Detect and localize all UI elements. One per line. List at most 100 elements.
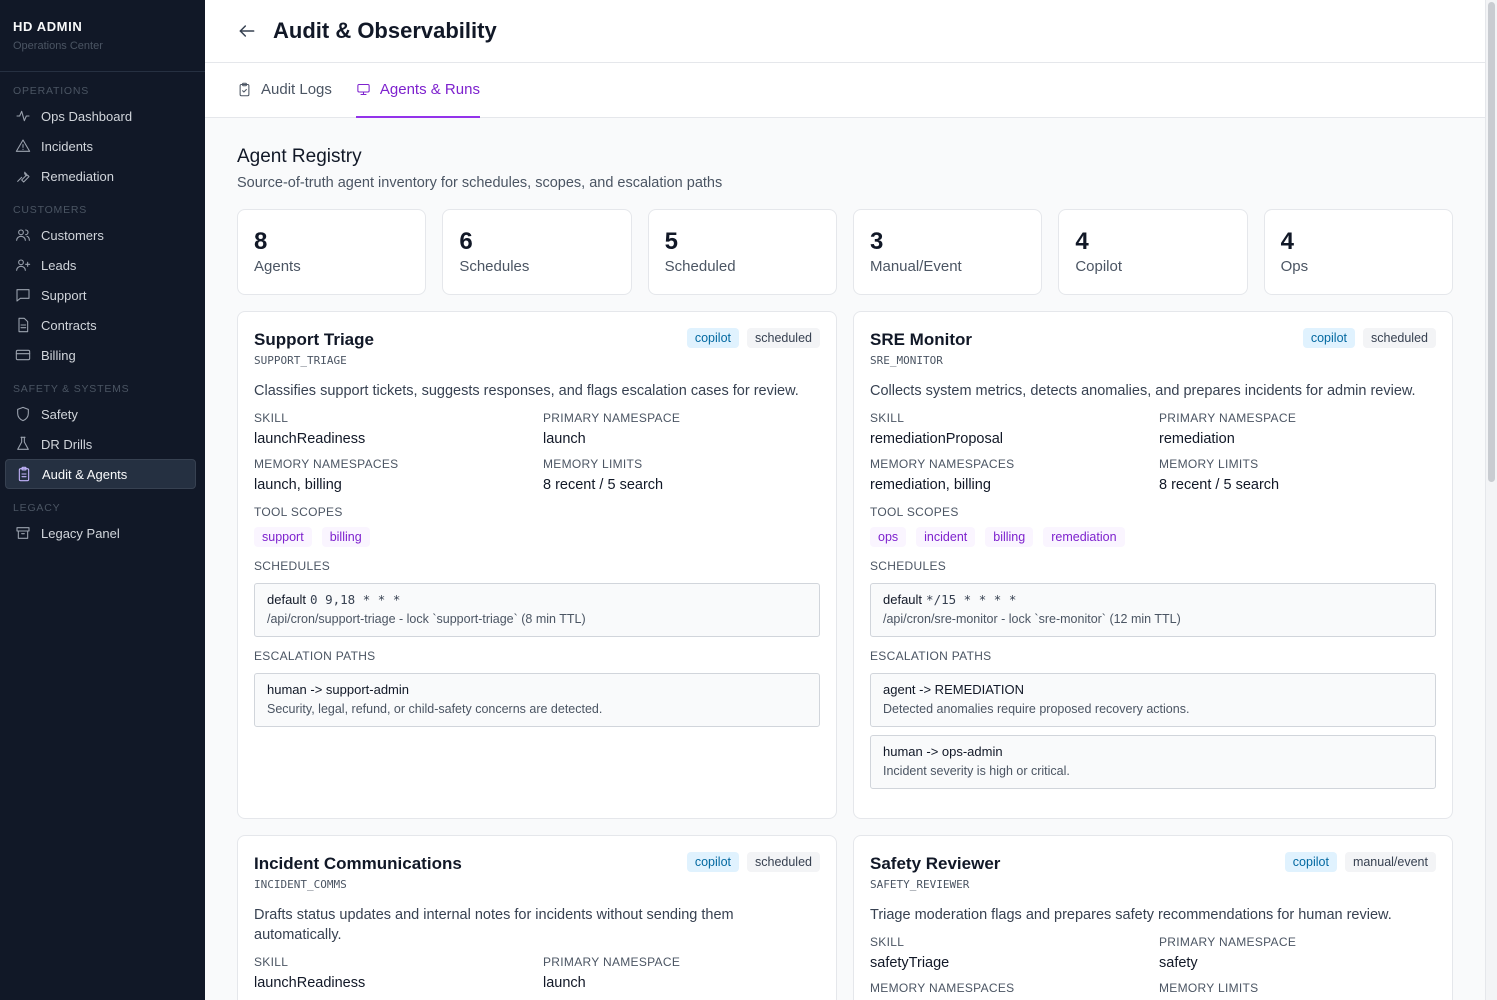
page-scrollbar[interactable] — [1485, 0, 1497, 1000]
sidebar-item-leads[interactable]: Leads — [5, 250, 196, 280]
schedule-entry: default */15 * * * * /api/cron/sre-monito… — [870, 583, 1436, 637]
tab-bar: Audit Logs Agents & Runs — [205, 63, 1485, 118]
sidebar-item-label: Contracts — [41, 317, 97, 333]
escalation-paths-label: ESCALATION PATHS — [254, 649, 376, 663]
sidebar-item-label: DR Drills — [41, 436, 93, 452]
agent-name: Support Triage — [254, 330, 374, 349]
sidebar-item-dr-drills[interactable]: DR Drills — [5, 429, 196, 459]
archive-icon — [15, 525, 31, 541]
sidebar-item-incidents[interactable]: Incidents — [5, 131, 196, 161]
stat-label: Agents — [254, 258, 301, 275]
escalation-entry: human -> support-admin Security, legal, … — [254, 673, 820, 727]
field-label-primary-namespace: PRIMARY NAMESPACE — [1159, 935, 1297, 949]
agent-description: Classifies support tickets, suggests res… — [254, 383, 799, 399]
nav-section-legacy: LEGACY — [13, 502, 61, 514]
stat-value: 4 — [1280, 228, 1294, 255]
field-value-primary-namespace: safety — [1159, 955, 1198, 971]
field-label-memory-limits: MEMORY LIMITS — [543, 457, 643, 471]
field-value-skill: launchReadiness — [254, 431, 366, 447]
content-area: Agent Registry Source-of-truth agent inv… — [205, 118, 1485, 1000]
sidebar-item-label: Remediation — [41, 168, 114, 184]
escalation-detail: Security, legal, refund, or child-safety… — [267, 702, 603, 716]
agent-card-incident-communications: Incident Communications INCIDENT_COMMS c… — [237, 835, 837, 1000]
sidebar-item-label: Leads — [41, 257, 77, 273]
sidebar: HD ADMIN Operations Center OPERATIONS Op… — [0, 0, 205, 1000]
sidebar-item-label: Customers — [41, 227, 104, 243]
field-label-memory-namespaces: MEMORY NAMESPACES — [254, 457, 399, 471]
nav-section-customers: CUSTOMERS — [13, 204, 88, 216]
schedule-entry: default 0 9,18 * * * /api/cron/support-tr… — [254, 583, 820, 637]
field-label-primary-namespace: PRIMARY NAMESPACE — [543, 955, 681, 969]
escalation-entry: human -> ops-admin Incident severity is … — [870, 735, 1436, 789]
field-value-skill: launchReadiness — [254, 975, 366, 991]
stat-card-schedules: 6 Schedules — [442, 209, 632, 295]
stat-value: 4 — [1075, 228, 1089, 255]
schedule-detail: /api/cron/support-triage - lock `support… — [267, 612, 586, 626]
brand-title: HD ADMIN — [13, 19, 83, 34]
tab-audit-logs[interactable]: Audit Logs — [237, 63, 332, 118]
field-label-skill: SKILL — [254, 411, 289, 425]
escalation-detail: Detected anomalies require proposed reco… — [883, 702, 1190, 716]
stat-card-scheduled: 5 Scheduled — [647, 209, 837, 295]
sidebar-item-label: Ops Dashboard — [41, 108, 133, 124]
sidebar-item-audit-agents[interactable]: Audit & Agents — [5, 459, 196, 489]
page-title: Audit & Observability — [273, 18, 497, 43]
field-label-skill: SKILL — [870, 935, 905, 949]
field-value-memory-namespaces: remediation, billing — [870, 477, 991, 493]
schedules-label: SCHEDULES — [254, 559, 331, 573]
sidebar-item-support[interactable]: Support — [5, 280, 196, 310]
wrench-icon — [15, 168, 31, 184]
agent-code: INCIDENT_COMMS — [254, 878, 347, 891]
field-label-skill: SKILL — [870, 411, 905, 425]
tool-scope-chip: incident — [916, 527, 976, 547]
sidebar-item-safety[interactable]: Safety — [5, 399, 196, 429]
back-arrow-icon[interactable] — [237, 21, 257, 41]
agent-name: SRE Monitor — [870, 330, 972, 349]
sidebar-item-contracts[interactable]: Contracts — [5, 310, 196, 340]
nav-section-operations: OPERATIONS — [13, 85, 90, 97]
field-label-memory-namespaces: MEMORY NAMESPACES — [870, 457, 1015, 471]
alert-triangle-icon — [15, 138, 31, 154]
sidebar-item-remediation[interactable]: Remediation — [5, 161, 196, 191]
flask-icon — [15, 436, 31, 452]
schedule-name: default — [883, 592, 923, 607]
escalation-entry: agent -> REMEDIATION Detected anomalies … — [870, 673, 1436, 727]
stat-value: 8 — [254, 228, 268, 255]
field-label-primary-namespace: PRIMARY NAMESPACE — [1159, 411, 1297, 425]
stat-card-copilot: 4 Copilot — [1058, 209, 1248, 295]
tab-agents-runs[interactable]: Agents & Runs — [355, 63, 480, 118]
tab-label: Agents & Runs — [379, 81, 480, 98]
sidebar-item-customers[interactable]: Customers — [5, 220, 196, 250]
stat-label: Scheduled — [664, 258, 736, 275]
stat-label: Ops — [1280, 258, 1309, 275]
main-content: Audit & Observability Audit Logs Agents … — [205, 0, 1485, 1000]
user-plus-icon — [15, 257, 31, 273]
field-value-primary-namespace: remediation — [1159, 431, 1235, 447]
scrollbar-thumb[interactable] — [1488, 2, 1495, 482]
schedule-name: default — [267, 592, 307, 607]
tool-scope-chip: billing — [321, 527, 370, 547]
field-label-skill: SKILL — [254, 955, 289, 969]
sidebar-item-legacy-panel[interactable]: Legacy Panel — [5, 518, 196, 548]
agent-description: Triage moderation flags and prepares saf… — [870, 907, 1392, 923]
sidebar-item-billing[interactable]: Billing — [5, 340, 196, 370]
stat-label: Schedules — [459, 258, 530, 275]
agent-description: Collects system metrics, detects anomali… — [870, 383, 1416, 399]
sidebar-item-label: Audit & Agents — [42, 466, 128, 482]
tab-label: Audit Logs — [261, 81, 332, 98]
nav-section-safety-systems: SAFETY & SYSTEMS — [13, 383, 130, 395]
escalation-route: human -> support-admin — [267, 682, 409, 697]
stat-value: 3 — [869, 228, 884, 255]
clipboard-icon — [16, 466, 32, 482]
agent-card-support-triage: Support Triage SUPPORT_TRIAGE copilot sc… — [237, 311, 837, 819]
agent-code: SRE_MONITOR — [870, 354, 943, 367]
agent-code: SUPPORT_TRIAGE — [254, 354, 347, 367]
sidebar-item-ops-dashboard[interactable]: Ops Dashboard — [5, 101, 196, 131]
tool-scopes-label: TOOL SCOPES — [254, 505, 343, 519]
shield-icon — [15, 406, 31, 422]
stat-value: 6 — [459, 228, 473, 255]
badge-mode: scheduled — [1363, 328, 1436, 348]
stat-label: Manual/Event — [869, 258, 962, 275]
field-label-primary-namespace: PRIMARY NAMESPACE — [543, 411, 681, 425]
badge-copilot: copilot — [1284, 852, 1337, 872]
